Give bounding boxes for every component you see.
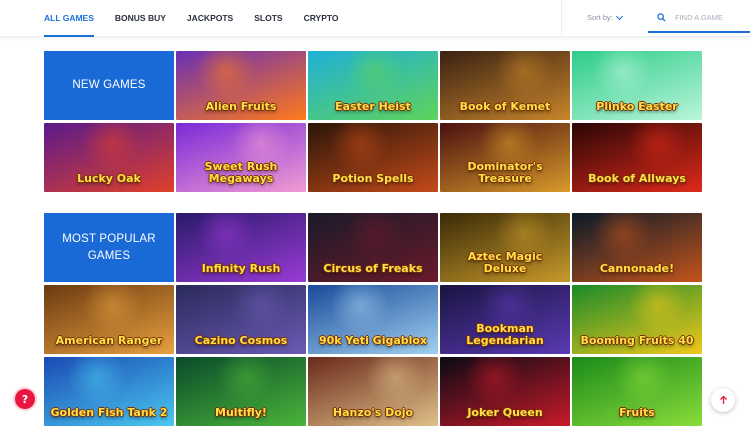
tab-slots[interactable]: SLOTS — [254, 0, 282, 37]
game-title: Cannonade! — [599, 262, 675, 275]
game-title: Joker Queen — [467, 406, 543, 419]
divider — [561, 0, 562, 37]
game-tile[interactable]: Fruits — [572, 357, 702, 426]
section-title: MOST POPULAR GAMES — [44, 213, 174, 282]
chevron-down-icon — [615, 12, 623, 20]
tab-crypto[interactable]: CRYPTO — [304, 0, 339, 37]
game-title: Aztec Magic Deluxe — [467, 250, 543, 275]
game-artwork — [82, 123, 142, 173]
game-tile[interactable]: Sweet Rush Megaways — [176, 123, 306, 192]
tab-all-games[interactable]: ALL GAMES — [44, 0, 94, 37]
tab-bonus-buy[interactable]: BONUS BUY — [115, 0, 166, 37]
game-artwork — [67, 357, 127, 407]
game-tile[interactable]: 90k Yeti Gigablox — [308, 285, 438, 354]
most-popular-section: MOST POPULAR GAMES Infinity Rush Circus o… — [44, 213, 702, 426]
game-title: Lucky Oak — [77, 172, 141, 185]
game-artwork — [216, 357, 276, 407]
game-artwork — [82, 285, 142, 335]
game-title: Multifly! — [215, 406, 267, 419]
game-tile[interactable]: Book of Kemet — [440, 51, 570, 120]
game-artwork — [628, 123, 688, 173]
game-artwork — [593, 213, 653, 263]
game-tile[interactable]: Book of Allways — [572, 123, 702, 192]
new-games-grid: NEW GAMES Alien Fruits Easter Heist Book o… — [44, 51, 702, 192]
game-tile[interactable]: Potion Spells — [308, 123, 438, 192]
help-button[interactable]: ? — [15, 389, 35, 409]
game-tile[interactable]: Circus of Freaks — [308, 213, 438, 282]
game-artwork — [464, 357, 524, 407]
game-artwork — [345, 51, 405, 101]
game-tile[interactable]: Aztec Magic Deluxe — [440, 213, 570, 282]
game-artwork — [196, 213, 256, 263]
game-title: Dominator's Treasure — [467, 160, 543, 185]
game-tile[interactable]: Golden Fish Tank 2 — [44, 357, 174, 426]
game-title: Infinity Rush — [201, 262, 281, 275]
game-title: Plinko Easter — [596, 100, 678, 113]
game-artwork — [628, 285, 688, 335]
game-title: Circus of Freaks — [323, 262, 423, 275]
game-tile[interactable]: Easter Heist — [308, 51, 438, 120]
sort-dropdown[interactable]: Sort by: — [587, 12, 623, 22]
game-title: Potion Spells — [332, 172, 414, 185]
game-tile[interactable]: Joker Queen — [440, 357, 570, 426]
game-title: Easter Heist — [335, 100, 411, 113]
game-artwork — [494, 51, 554, 101]
game-artwork — [613, 357, 673, 407]
game-title: Booming Fruits 40 — [580, 334, 694, 347]
most-popular-grid: MOST POPULAR GAMES Infinity Rush Circus o… — [44, 213, 702, 426]
arrow-up-icon — [719, 395, 727, 404]
game-tile[interactable]: Dominator's Treasure — [440, 123, 570, 192]
game-tile[interactable]: Cannonade! — [572, 213, 702, 282]
help-icon: ? — [21, 392, 29, 406]
game-title: Hanzo's Dojo — [332, 406, 414, 419]
search-box[interactable] — [648, 3, 750, 33]
top-navigation-bar: ALL GAMES BONUS BUY JACKPOTS SLOTS CRYPT… — [0, 0, 750, 37]
category-tabs: ALL GAMES BONUS BUY JACKPOTS SLOTS CRYPT… — [44, 0, 360, 37]
game-artwork — [196, 51, 256, 101]
game-artwork — [593, 51, 653, 101]
game-tile[interactable]: Lucky Oak — [44, 123, 174, 192]
game-artwork — [345, 213, 405, 263]
new-games-section: NEW GAMES Alien Fruits Easter Heist Book o… — [44, 51, 702, 192]
game-title: Sweet Rush Megaways — [204, 160, 278, 185]
game-tile[interactable]: Plinko Easter — [572, 51, 702, 120]
game-title: 90k Yeti Gigablox — [318, 334, 428, 347]
game-tile[interactable]: Infinity Rush — [176, 213, 306, 282]
game-title: Book of Kemet — [459, 100, 551, 113]
tab-jackpots[interactable]: JACKPOTS — [187, 0, 233, 37]
game-title: Fruits — [619, 406, 655, 419]
game-tile[interactable]: Hanzo's Dojo — [308, 357, 438, 426]
game-tile[interactable]: Cazino Cosmos — [176, 285, 306, 354]
game-artwork — [330, 285, 390, 335]
game-title: Golden Fish Tank 2 — [50, 406, 168, 419]
scroll-to-top-button[interactable] — [711, 388, 735, 412]
game-title: Cazino Cosmos — [194, 334, 288, 347]
game-artwork — [330, 123, 390, 173]
game-tile[interactable]: Alien Fruits — [176, 51, 306, 120]
sort-label: Sort by: — [587, 13, 613, 22]
game-title: Alien Fruits — [205, 100, 277, 113]
game-tile[interactable]: Multifly! — [176, 357, 306, 426]
game-title: Book of Allways — [588, 172, 686, 185]
game-tile[interactable]: American Ranger — [44, 285, 174, 354]
game-title: Bookman Legendarian — [466, 322, 544, 347]
game-artwork — [231, 285, 291, 335]
game-tile[interactable]: Bookman Legendarian — [440, 285, 570, 354]
search-input[interactable] — [675, 12, 745, 22]
game-tile[interactable]: Booming Fruits 40 — [572, 285, 702, 354]
section-title: NEW GAMES — [44, 51, 174, 120]
game-title: American Ranger — [55, 334, 163, 347]
search-icon — [657, 12, 666, 22]
game-artwork — [365, 357, 425, 407]
